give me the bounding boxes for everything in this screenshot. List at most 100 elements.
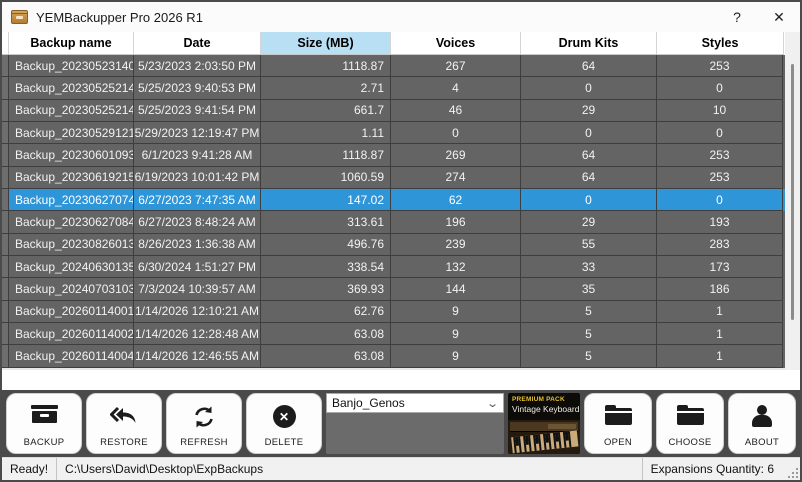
cell-drum-kits: 5 — [521, 345, 657, 368]
row-gutter — [2, 99, 9, 123]
cell-size: 63.08 — [261, 345, 391, 368]
column-header-size[interactable]: Size (MB) — [261, 32, 391, 55]
cell-drum-kits: 0 — [521, 189, 657, 212]
cell-voices: 267 — [391, 55, 521, 78]
app-box-icon — [11, 10, 28, 24]
cell-size: 661.7 — [261, 99, 391, 123]
cell-styles: 0 — [657, 122, 783, 145]
title-bar: YEMBackupper Pro 2026 R1 ? ✕ — [2, 2, 800, 32]
delete-button[interactable]: ✕ DELETE — [246, 393, 322, 454]
row-gutter — [2, 256, 9, 279]
table-row[interactable]: Backup_20230826013... 8/26/2023 1:36:38 … — [2, 233, 785, 257]
premium-pack-image: PREMIUM PACK Vintage Keyboard — [508, 393, 580, 454]
table-row[interactable]: Backup_20230619215... 6/19/2023 10:01:42… — [2, 166, 785, 190]
cell-styles: 283 — [657, 233, 783, 257]
help-button[interactable]: ? — [716, 2, 758, 32]
cell-drum-kits: 5 — [521, 300, 657, 324]
table-row[interactable]: Backup_20230601093... 6/1/2023 9:41:28 A… — [2, 144, 785, 167]
cell-styles: 1 — [657, 323, 783, 346]
about-button[interactable]: ABOUT — [728, 393, 796, 454]
cell-backup-name: Backup_20230619215... — [9, 166, 134, 190]
cell-backup-name: Backup_20230627084... — [9, 211, 134, 234]
cell-backup-name: Backup_20230525214... — [9, 77, 134, 100]
table-row[interactable]: Backup_20260114002... 1/14/2026 12:28:48… — [2, 323, 785, 346]
choose-button-label: CHOOSE — [668, 437, 712, 448]
cell-styles: 0 — [657, 189, 783, 212]
expansion-select-value: Banjo_Genos — [332, 396, 405, 410]
vertical-scrollbar[interactable] — [785, 32, 800, 370]
table-row[interactable]: Backup_20260114004... 1/14/2026 12:46:55… — [2, 345, 785, 368]
table-row[interactable]: Backup_20240703103... 7/3/2024 10:39:57 … — [2, 278, 785, 301]
toolbar: BACKUP RESTORE REFRESH ✕ DELETE Banjo_Ge… — [2, 390, 800, 457]
cell-date: 6/27/2023 8:48:24 AM — [134, 211, 261, 234]
cell-voices: 46 — [391, 99, 521, 123]
table-row[interactable]: Backup_20260114001... 1/14/2026 12:10:21… — [2, 300, 785, 324]
column-header-voices[interactable]: Voices — [391, 32, 521, 55]
scrollbar-thumb[interactable] — [791, 64, 794, 320]
cell-backup-name: Backup_20260114002... — [9, 323, 134, 346]
choose-button[interactable]: CHOOSE — [656, 393, 724, 454]
expansion-panel: Banjo_Genos ⌄ — [326, 393, 504, 454]
table-row[interactable]: Backup_20230525214... 5/25/2023 9:40:53 … — [2, 77, 785, 100]
cell-backup-name: Backup_20260114004... — [9, 345, 134, 368]
row-gutter — [2, 300, 9, 324]
table-row[interactable]: Backup_20240630135... 6/30/2024 1:51:27 … — [2, 256, 785, 279]
cell-voices: 62 — [391, 189, 521, 212]
table-row[interactable]: Backup_20230529121... 5/29/2023 12:19:47… — [2, 122, 785, 145]
cell-voices: 239 — [391, 233, 521, 257]
cell-styles: 0 — [657, 77, 783, 100]
cell-size: 496.76 — [261, 233, 391, 257]
cell-drum-kits: 29 — [521, 211, 657, 234]
cell-drum-kits: 64 — [521, 166, 657, 190]
column-header-backup-name[interactable]: Backup name — [9, 32, 134, 55]
cell-size: 2.71 — [261, 77, 391, 100]
table-row[interactable]: Backup_20230627074... 6/27/2023 7:47:35 … — [2, 189, 785, 212]
open-button-label: OPEN — [603, 437, 633, 448]
cell-styles: 253 — [657, 144, 783, 167]
cell-date: 5/29/2023 12:19:47 PM — [134, 122, 261, 145]
cell-styles: 193 — [657, 211, 783, 234]
cell-size: 338.54 — [261, 256, 391, 279]
expansion-select[interactable]: Banjo_Genos ⌄ — [326, 393, 504, 413]
cell-styles: 1 — [657, 300, 783, 324]
row-gutter — [2, 77, 9, 100]
close-button[interactable]: ✕ — [758, 2, 800, 32]
cell-styles: 253 — [657, 55, 783, 78]
cell-drum-kits: 64 — [521, 144, 657, 167]
restore-button[interactable]: RESTORE — [86, 393, 162, 454]
cell-date: 7/3/2024 10:39:57 AM — [134, 278, 261, 301]
cell-drum-kits: 0 — [521, 122, 657, 145]
cell-drum-kits: 0 — [521, 77, 657, 100]
open-button[interactable]: OPEN — [584, 393, 652, 454]
cell-drum-kits: 55 — [521, 233, 657, 257]
column-header-date[interactable]: Date — [134, 32, 261, 55]
cell-size: 1.11 — [261, 122, 391, 145]
cell-date: 6/1/2023 9:41:28 AM — [134, 144, 261, 167]
backup-button[interactable]: BACKUP — [6, 393, 82, 454]
cell-backup-name: Backup_20230601093... — [9, 144, 134, 167]
cell-size: 1060.59 — [261, 166, 391, 190]
choose-folder-icon — [676, 405, 704, 425]
cell-date: 8/26/2023 1:36:38 AM — [134, 233, 261, 257]
status-path: C:\Users\David\Desktop\ExpBackups — [65, 462, 264, 476]
delete-button-label: DELETE — [264, 437, 304, 448]
table-row[interactable]: Backup_20230525214... 5/25/2023 9:41:54 … — [2, 99, 785, 123]
cell-styles: 10 — [657, 99, 783, 123]
column-header-drum-kits[interactable]: Drum Kits — [521, 32, 657, 55]
expansions-quantity: Expansions Quantity: 6 — [650, 462, 774, 476]
delete-x-icon: ✕ — [272, 405, 296, 428]
row-gutter — [2, 233, 9, 257]
about-button-label: ABOUT — [744, 437, 780, 448]
row-gutter — [2, 122, 9, 145]
cell-backup-name: Backup_20240630135... — [9, 256, 134, 279]
table-row[interactable]: Backup_20230523140... 5/23/2023 2:03:50 … — [2, 55, 785, 78]
cell-size: 147.02 — [261, 189, 391, 212]
cell-size: 62.76 — [261, 300, 391, 324]
chevron-down-icon: ⌄ — [485, 397, 499, 410]
column-header-styles[interactable]: Styles — [657, 32, 784, 55]
refresh-button[interactable]: REFRESH — [166, 393, 242, 454]
cell-date: 1/14/2026 12:46:55 AM — [134, 345, 261, 368]
resize-grip[interactable] — [786, 466, 798, 478]
table-row[interactable]: Backup_20230627084... 6/27/2023 8:48:24 … — [2, 211, 785, 234]
table-header-row: Backup name Date Size (MB) Voices Drum K… — [2, 32, 800, 55]
